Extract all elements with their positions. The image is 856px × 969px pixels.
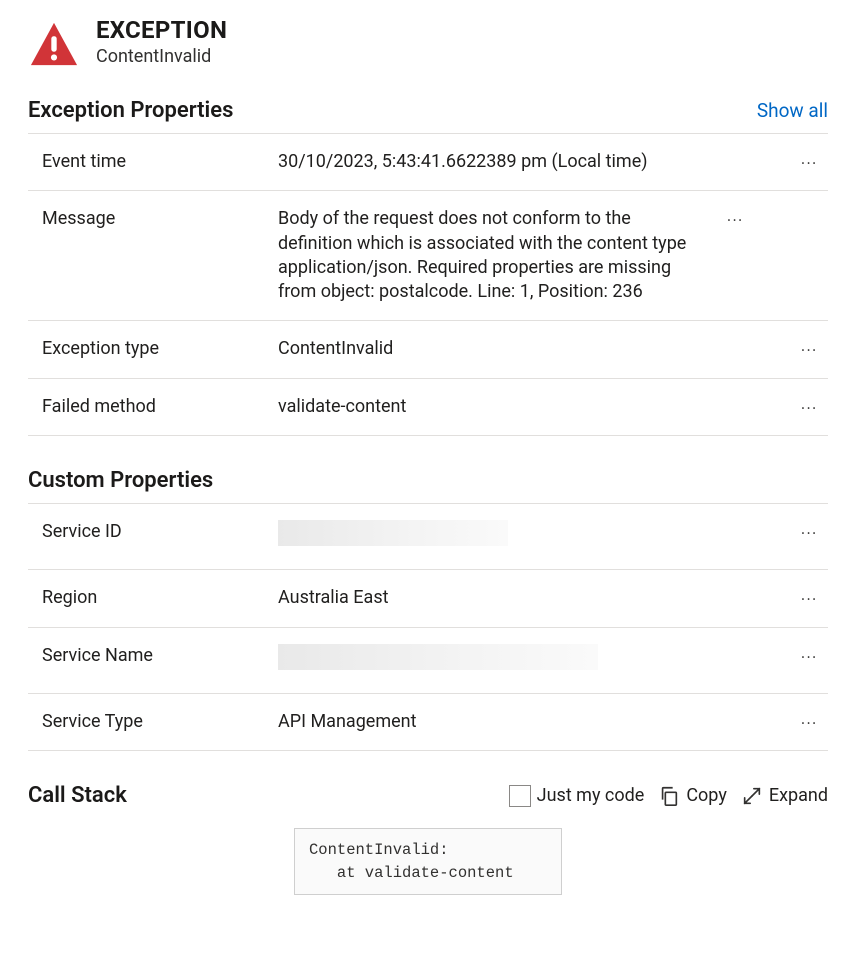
custom-properties-list: Service ID Region Australia East Service… [28, 503, 828, 751]
more-icon[interactable] [802, 397, 819, 415]
redacted-block [278, 644, 598, 670]
show-all-link[interactable]: Show all [757, 99, 828, 122]
expand-label: Expand [769, 785, 828, 806]
property-row: Service Name [28, 627, 828, 693]
callstack-heading-row: Call Stack Just my code Copy [28, 783, 828, 808]
property-value: validate-content [278, 395, 792, 419]
more-icon[interactable] [802, 339, 819, 357]
callstack-actions: Just my code Copy Expand [509, 785, 828, 807]
custom-properties-heading: Custom Properties [28, 468, 213, 493]
just-my-code-label: Just my code [537, 785, 645, 806]
property-label: Service Type [28, 710, 278, 734]
more-icon[interactable] [802, 646, 819, 664]
property-value: ContentInvalid [278, 337, 792, 361]
callstack-trace: ContentInvalid: at validate-content [294, 828, 562, 895]
copy-icon [658, 785, 680, 807]
more-icon[interactable] [728, 209, 745, 227]
property-row: Exception type ContentInvalid [28, 320, 828, 377]
property-value: Body of the request does not conform to … [278, 207, 718, 304]
exception-properties-heading: Exception Properties [28, 98, 233, 123]
custom-properties-heading-row: Custom Properties [28, 468, 828, 493]
callstack-heading: Call Stack [28, 783, 127, 808]
expand-icon [741, 785, 763, 807]
property-label: Service Name [28, 644, 278, 668]
exception-header: EXCEPTION ContentInvalid [28, 18, 828, 70]
property-row: Message Body of the request does not con… [28, 190, 828, 320]
more-icon[interactable] [802, 522, 819, 540]
property-value-redacted [278, 644, 792, 677]
property-label: Service ID [28, 520, 278, 544]
property-row: Region Australia East [28, 569, 828, 626]
property-row: Failed method validate-content [28, 378, 828, 436]
copy-button[interactable]: Copy [658, 785, 727, 807]
property-row: Service Type API Management [28, 693, 828, 751]
property-value-redacted [278, 520, 792, 553]
property-label: Event time [28, 150, 278, 174]
more-icon[interactable] [802, 588, 819, 606]
redacted-block [278, 520, 508, 546]
property-row: Service ID [28, 503, 828, 569]
exception-title: EXCEPTION [96, 18, 227, 43]
property-label: Region [28, 586, 278, 610]
exception-subtitle: ContentInvalid [96, 46, 227, 67]
property-row: Event time 30/10/2023, 5:43:41.6622389 p… [28, 133, 828, 190]
exception-properties-list: Event time 30/10/2023, 5:43:41.6622389 p… [28, 133, 828, 436]
more-icon[interactable] [802, 152, 819, 170]
just-my-code-toggle[interactable]: Just my code [509, 785, 645, 807]
property-value: Australia East [278, 586, 792, 610]
expand-button[interactable]: Expand [741, 785, 828, 807]
warning-icon [28, 18, 80, 70]
property-label: Message [28, 207, 278, 231]
property-value: API Management [278, 710, 792, 734]
copy-label: Copy [686, 785, 727, 806]
property-label: Exception type [28, 337, 278, 361]
checkbox-icon[interactable] [509, 785, 531, 807]
more-icon[interactable] [802, 712, 819, 730]
property-label: Failed method [28, 395, 278, 419]
property-value: 30/10/2023, 5:43:41.6622389 pm (Local ti… [278, 150, 792, 174]
exception-properties-heading-row: Exception Properties Show all [28, 98, 828, 123]
